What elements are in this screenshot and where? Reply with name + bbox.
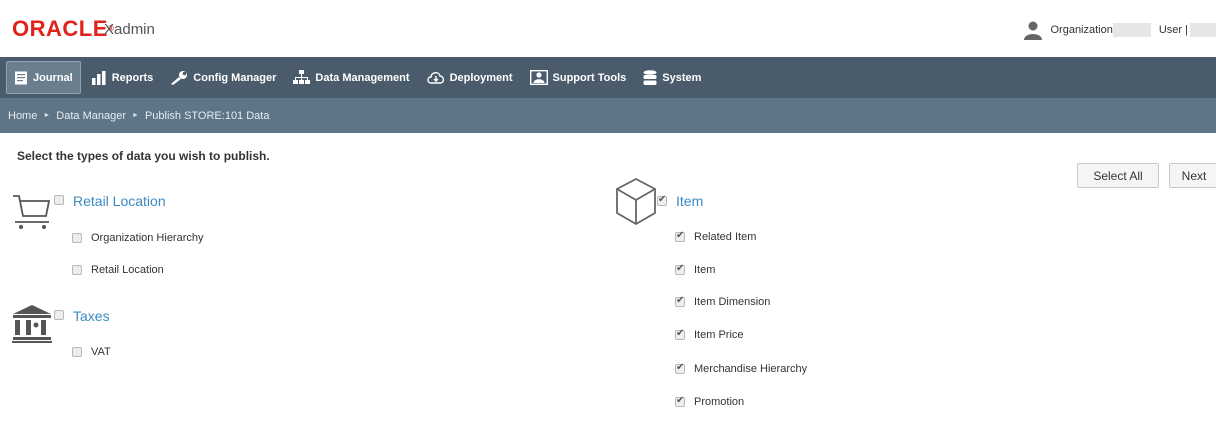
shopping-cart-icon (12, 192, 52, 235)
merchandise-hierarchy-checkbox[interactable] (675, 362, 685, 374)
group-title-item[interactable]: Item (676, 193, 703, 209)
nav-journal[interactable]: Journal (6, 61, 81, 94)
nav-support-tools[interactable]: Support Tools (523, 61, 634, 94)
nav-support-tools-label: Support Tools (552, 71, 627, 84)
retail-location-label[interactable]: Retail Location (91, 264, 164, 277)
vat-label[interactable]: VAT (91, 346, 111, 359)
organization-hierarchy-label[interactable]: Organization Hierarchy (91, 232, 204, 245)
breadcrumb-separator-icon: ► (43, 112, 51, 119)
nav-config-manager[interactable]: Config Manager (163, 61, 283, 94)
user-icon[interactable] (1023, 20, 1043, 40)
select-all-button[interactable]: Select All (1077, 163, 1159, 188)
organization-hierarchy-checkbox[interactable] (72, 233, 82, 243)
nav-journal-label: Journal (33, 71, 73, 84)
user-value-redacted (1190, 23, 1216, 37)
oracle-logo: ORACLE® (12, 16, 115, 41)
database-icon (643, 69, 657, 86)
bar-chart-icon (91, 70, 107, 85)
promotion-label[interactable]: Promotion (694, 396, 744, 409)
item-label[interactable]: Item (694, 264, 715, 277)
user-area: Organization User | (1023, 19, 1216, 41)
nav-config-manager-label: Config Manager (193, 71, 277, 84)
breadcrumb-current-page: Publish STORE:101 Data (144, 109, 270, 122)
promotion-checkbox[interactable] (675, 395, 685, 407)
nav-deployment[interactable]: Deployment (420, 61, 520, 94)
item-price-label[interactable]: Item Price (694, 329, 744, 342)
organization-value-redacted (1112, 23, 1151, 37)
support-person-icon (529, 70, 548, 85)
bank-building-icon (12, 304, 52, 349)
nav-reports-label: Reports (111, 71, 154, 84)
journal-icon (14, 71, 28, 85)
nav-reports[interactable]: Reports (84, 61, 161, 94)
item-group-checkbox[interactable] (657, 194, 667, 206)
nav-data-management-label: Data Management (315, 71, 410, 84)
breadcrumb-separator-icon: ► (132, 112, 139, 119)
main-nav: Journal Reports Config Manager Data Mana… (0, 57, 1216, 98)
item-dimension-checkbox[interactable] (675, 295, 685, 307)
organization-label: Organization (1050, 24, 1113, 36)
breadcrumb: Home ► Data Manager ► Publish STORE:101 … (0, 98, 1216, 133)
cloud-download-icon (426, 71, 445, 85)
vat-checkbox[interactable] (72, 347, 82, 357)
item-price-checkbox[interactable] (675, 328, 685, 340)
app-name: Xadmin (104, 21, 155, 38)
merchandise-hierarchy-label[interactable]: Merchandise Hierarchy (694, 363, 807, 376)
retail-location-checkbox[interactable] (72, 265, 82, 275)
breadcrumb-home[interactable]: Home (8, 110, 37, 122)
user-label: User | (1158, 24, 1188, 36)
retail-location-group-checkbox[interactable] (54, 195, 64, 205)
wrench-icon (170, 70, 188, 85)
item-checkbox[interactable] (675, 263, 685, 275)
related-item-checkbox[interactable] (675, 230, 685, 242)
taxes-group-checkbox[interactable] (54, 310, 64, 320)
nav-data-management[interactable]: Data Management (286, 61, 416, 94)
page-instruction: Select the types of data you wish to pub… (17, 149, 270, 163)
hierarchy-icon (293, 70, 311, 85)
next-button[interactable]: Next (1169, 163, 1216, 188)
nav-deployment-label: Deployment (449, 71, 513, 84)
breadcrumb-data-manager[interactable]: Data Manager (56, 110, 126, 122)
top-header: ORACLE® Xadmin Organization User | (0, 0, 1216, 57)
group-title-retail-location[interactable]: Retail Location (73, 193, 166, 209)
nav-system[interactable]: System (636, 61, 708, 94)
nav-system-label: System (662, 71, 702, 84)
group-title-taxes[interactable]: Taxes (73, 308, 110, 324)
related-item-label[interactable]: Related Item (694, 231, 756, 244)
cube-icon (614, 177, 658, 232)
item-dimension-label[interactable]: Item Dimension (694, 296, 770, 309)
